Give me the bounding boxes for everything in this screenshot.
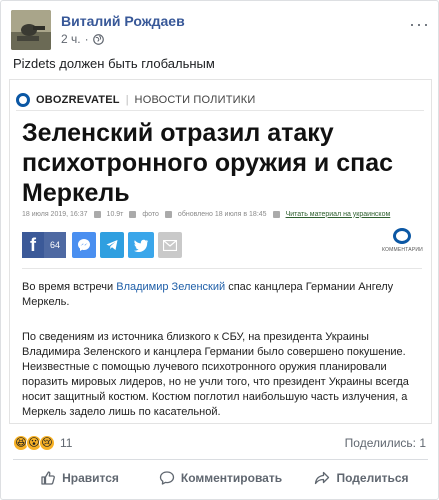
post-actions: Нравится Комментировать Поделиться xyxy=(13,463,428,493)
mail-icon xyxy=(158,232,182,258)
article-info: 18 июля 2019, 16:37 10.9т фото обновлено… xyxy=(22,208,422,220)
obozrevatel-logo-icon xyxy=(16,92,30,107)
post-header: Виталий Рождаев 2 ч. · ··· xyxy=(11,10,430,50)
reactions-summary[interactable]: 😆 😮 😢 11 xyxy=(13,434,72,452)
flag-icon xyxy=(272,210,280,218)
post-time[interactable]: 2 ч. xyxy=(61,32,81,46)
facebook-post: Виталий Рождаев 2 ч. · ··· Pizdets долже… xyxy=(0,0,439,500)
avatar[interactable] xyxy=(11,10,51,50)
telegram-icon xyxy=(100,232,124,258)
thumbs-up-icon xyxy=(41,471,55,485)
shares-count[interactable]: Поделились: 1 xyxy=(345,436,426,450)
article-date: 18 июля 2019, 16:37 xyxy=(22,210,88,218)
share-bar: f 64 КОММЕНТАРИИ xyxy=(22,228,423,260)
comment-button[interactable]: Комментировать xyxy=(154,463,287,493)
clock-icon xyxy=(164,210,172,218)
like-label: Нравится xyxy=(62,471,119,485)
ukrainian-link: Читать материал на украинском xyxy=(285,210,391,218)
post-meta: 2 ч. · xyxy=(61,32,104,46)
comment-icon xyxy=(159,471,175,485)
facebook-share-count: 64 xyxy=(44,232,66,258)
post-text: Pizdets должен быть глобальным xyxy=(13,56,215,71)
twitter-icon xyxy=(128,232,154,258)
article-views: 10.9т xyxy=(106,210,124,218)
actions-divider xyxy=(13,459,428,460)
article-paragraph-2: По сведениям из источника близкого к СБУ… xyxy=(22,331,409,418)
comments-widget: КОММЕНТАРИИ xyxy=(382,228,423,260)
share-label: Поделиться xyxy=(336,471,409,485)
comment-label: Комментировать xyxy=(180,471,283,485)
article-paragraph-1: Во время встречи Владимир Зеленский спас… xyxy=(22,281,394,308)
like-button[interactable]: Нравится xyxy=(13,463,146,493)
article-topbar: OBOZREVATEL | НОВОСТИ ПОЛИТИКИ xyxy=(16,89,424,111)
article-updated: обновлено 18 июля в 18:45 xyxy=(177,210,267,218)
globe-icon[interactable] xyxy=(92,33,104,45)
eye-icon xyxy=(93,210,101,218)
camera-icon xyxy=(129,210,137,218)
messenger-icon xyxy=(72,232,96,258)
facebook-icon: f xyxy=(22,232,44,258)
comment-bubble-icon xyxy=(393,228,411,244)
article-screenshot[interactable]: OBOZREVATEL | НОВОСТИ ПОЛИТИКИ Зеленский… xyxy=(9,79,432,424)
article-divider xyxy=(22,268,422,269)
share-arrow-icon xyxy=(315,471,330,485)
article-photo: фото xyxy=(142,210,159,218)
section-label: НОВОСТИ ПОЛИТИКИ xyxy=(134,93,256,106)
zelensky-link: Владимир Зеленский xyxy=(116,281,226,293)
reactions-count: 11 xyxy=(60,436,73,450)
sad-reaction-icon: 😢 xyxy=(39,435,55,451)
brand-name: OBOZREVATEL xyxy=(36,93,120,106)
article-headline: Зеленский отразил атаку психотронного ор… xyxy=(22,119,394,207)
author-name[interactable]: Виталий Рождаев xyxy=(61,13,185,29)
comments-label: КОММЕНТАРИИ xyxy=(382,247,423,253)
share-button[interactable]: Поделиться xyxy=(295,463,428,493)
more-dots-icon[interactable]: ··· xyxy=(409,14,430,35)
